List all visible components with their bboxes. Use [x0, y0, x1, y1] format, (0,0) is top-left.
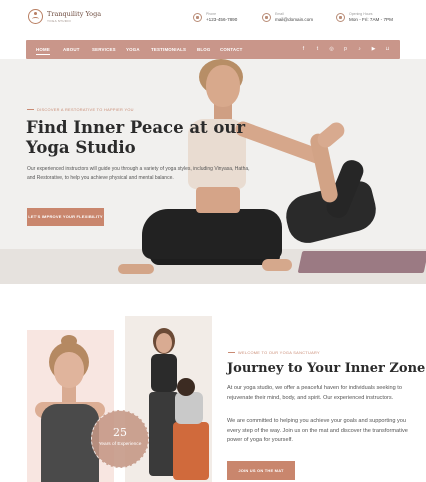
hero-cta-button[interactable]: LET'S IMPROVE YOUR FLEXIBILITY	[27, 208, 104, 226]
about-section	[0, 284, 426, 482]
nav-contact[interactable]: CONTACT	[220, 40, 243, 59]
search-icon[interactable]: ⚲	[399, 47, 404, 52]
nav-home[interactable]: HOME	[36, 40, 50, 59]
nav-services[interactable]: SERVICES	[92, 40, 116, 59]
tiktok-icon[interactable]: ♪	[357, 47, 362, 52]
phone-label: Phone	[206, 12, 217, 16]
main-nav: HOME ABOUT SERVICES YOGA TESTIMONIALS BL…	[26, 40, 403, 59]
nav-yoga[interactable]: YOGA	[126, 40, 140, 59]
yoga-mat	[297, 251, 426, 273]
about-eyebrow: WELCOME TO OUR YOGA SANCTUARY	[228, 350, 320, 355]
top-bar: Tranquility Yoga YOGA STUDIO Phone +123-…	[0, 0, 426, 40]
hero-title: Find Inner Peace at our Yoga Studio	[26, 118, 246, 157]
facebook-icon[interactable]: f	[301, 47, 306, 52]
logo[interactable]: Tranquility Yoga YOGA STUDIO	[28, 9, 101, 24]
twitter-icon[interactable]: t	[315, 47, 320, 52]
hours-value: Mon - Fri: 7AM - 7PM	[349, 17, 393, 22]
nav-about[interactable]: ABOUT	[63, 40, 80, 59]
phone-icon	[193, 12, 202, 22]
email-icon	[262, 12, 271, 22]
phone-value: +123-456-7890	[206, 17, 238, 22]
join-button[interactable]: JOIN US ON THE MAT	[227, 461, 295, 480]
badge-label: Years of Experience	[98, 442, 142, 447]
email-label: Email	[275, 12, 284, 16]
contact-phone[interactable]: Phone +123-456-7890	[193, 12, 237, 22]
contact-hours: Opening Hours Mon - Fri: 7AM - 7PM	[336, 12, 393, 22]
nav-blog[interactable]: BLOG	[197, 40, 210, 59]
instagram-icon[interactable]: ◎	[329, 47, 334, 52]
brand-tagline: YOGA STUDIO	[47, 19, 71, 23]
contact-email[interactable]: Email mail@domain.com	[262, 12, 313, 22]
hours-label: Opening Hours	[349, 12, 373, 16]
youtube-icon[interactable]: ▶	[371, 47, 376, 52]
nav-testimonials[interactable]: TESTIMONIALS	[151, 40, 186, 59]
pinterest-icon[interactable]: p	[343, 47, 348, 52]
hero-eyebrow: DISCOVER A RESTORATIVE TO HAPPIER YOU	[27, 107, 134, 112]
email-value: mail@domain.com	[275, 17, 314, 22]
experience-badge: 25 Years of Experience	[91, 410, 149, 468]
about-paragraph-2: We are committed to helping you achieve …	[227, 418, 408, 444]
about-title: Journey to Your Inner Zone	[227, 361, 426, 376]
brand-name: Tranquility Yoga	[47, 10, 102, 18]
cart-icon[interactable]: ⊔	[385, 47, 390, 52]
about-paragraph-1: At our yoga studio, we offer a peaceful …	[227, 385, 402, 401]
lotus-icon	[28, 9, 43, 24]
calendar-icon	[336, 12, 345, 22]
hero-description: Our experienced instructors will guide y…	[27, 166, 250, 182]
badge-number: 25	[113, 426, 127, 439]
hero-section: DISCOVER A RESTORATIVE TO HAPPIER YOU Fi…	[0, 59, 426, 284]
